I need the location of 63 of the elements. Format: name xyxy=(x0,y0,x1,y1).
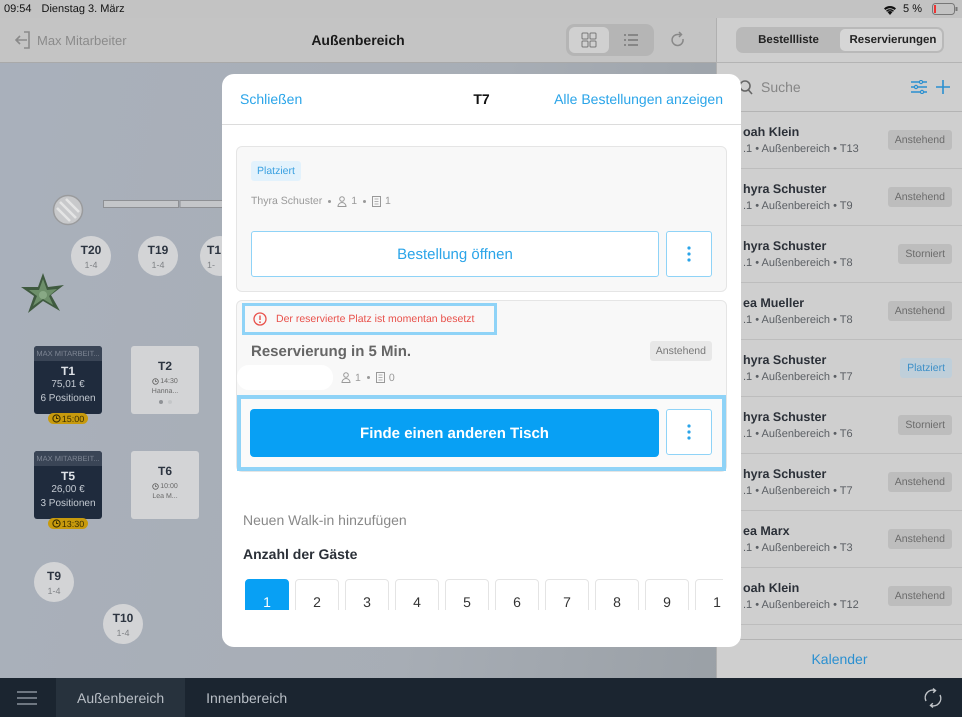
reservation-details: .1 • Außenbereich • T8 xyxy=(743,314,854,326)
status-badge: Anstehend xyxy=(888,586,952,606)
guest-count-label: Anzahl der Gäste xyxy=(242,546,358,562)
guest-name: oah Klein xyxy=(743,125,800,139)
status-badge: Platziert xyxy=(900,358,952,378)
area-title: Außenbereich xyxy=(310,32,406,48)
reservation-details: .1 • Außenbereich • T7 xyxy=(743,371,854,383)
dialog-title: T7 xyxy=(473,91,490,107)
status-badge: Anstehend xyxy=(650,341,712,361)
status-badge: Platziert xyxy=(251,161,301,181)
table-capacity: 1-4 xyxy=(84,260,98,270)
reservation-details: .1 • Außenbereich • T13 xyxy=(743,143,860,155)
reservation-details: .1 • Außenbereich • T3 xyxy=(743,542,854,554)
guest-name: hyra Schuster xyxy=(743,353,828,367)
guest-count: 1 xyxy=(355,372,361,384)
reservation-details: .1 • Außenbereich • T9 xyxy=(743,200,854,212)
status-badge: Anstehend xyxy=(888,187,952,207)
guest-name: ea Marx xyxy=(743,524,791,538)
reservation-details: .1 • Außenbereich • T8 xyxy=(743,257,854,269)
table-label: T20 xyxy=(80,242,102,256)
reservation-details: .1 • Außenbereich • T12 xyxy=(743,599,860,611)
battery-percent: 5 % xyxy=(903,3,922,15)
table-label: T5 xyxy=(60,469,75,483)
table-capacity: 1- xyxy=(207,260,216,270)
reservation-time: 13:30 xyxy=(62,518,84,528)
reservation-title: Reservierung in 5 Min. xyxy=(251,342,412,360)
date-text: Dienstag 3. März xyxy=(42,3,125,15)
guest-name: ea Mueller xyxy=(743,296,806,310)
status-badge: Anstehend xyxy=(888,472,952,492)
table-label: T10 xyxy=(112,610,134,624)
table-capacity: 1-4 xyxy=(47,586,60,596)
table-amount: 26,00 € xyxy=(51,483,85,497)
status-badge: Anstehend xyxy=(888,529,952,549)
table-positions: 6 Positionen xyxy=(40,392,96,406)
walk-in-heading: Neuen Walk-in hinzufügen xyxy=(242,512,408,528)
guest-name: Thyra Schuster xyxy=(251,195,322,207)
table-positions: 3 Positionen xyxy=(40,497,96,511)
reservation-details: .1 • Außenbereich • T6 xyxy=(743,428,854,440)
guest-name: hyra Schuster xyxy=(743,182,828,196)
table-capacity: 1-4 xyxy=(116,628,130,638)
status-badge: Storniert xyxy=(898,244,952,264)
item-count: 1 xyxy=(385,195,391,207)
guest-name: oah Klein xyxy=(743,581,800,595)
guest-name: hyra Schuster xyxy=(743,410,828,424)
status-badge: Anstehend xyxy=(888,301,952,321)
reservation-details: .1 • Außenbereich • T7 xyxy=(743,485,854,497)
warning-text: Der reservierte Platz ist momentan besetzt xyxy=(276,313,474,325)
table-capacity: 1-4 xyxy=(151,260,164,270)
table-label: T6 xyxy=(158,464,172,478)
status-badge: Storniert xyxy=(898,415,952,435)
table-label: T9 xyxy=(46,568,61,582)
status-badge: Anstehend xyxy=(888,130,952,150)
guest-name: hyra Schuster xyxy=(743,467,828,481)
guest-name: hyra Schuster xyxy=(743,239,828,253)
guest-count: 1 xyxy=(351,195,358,207)
table-amount: 75,01 € xyxy=(51,378,85,392)
clock-time: 09:54 xyxy=(4,3,32,15)
table-label: T1 xyxy=(60,364,75,378)
reservation-time: 15:00 xyxy=(62,414,84,424)
table-label: T2 xyxy=(158,359,172,373)
table-label: T1 xyxy=(207,242,222,256)
item-count: 0 xyxy=(388,372,395,384)
table-label: T19 xyxy=(148,242,168,256)
